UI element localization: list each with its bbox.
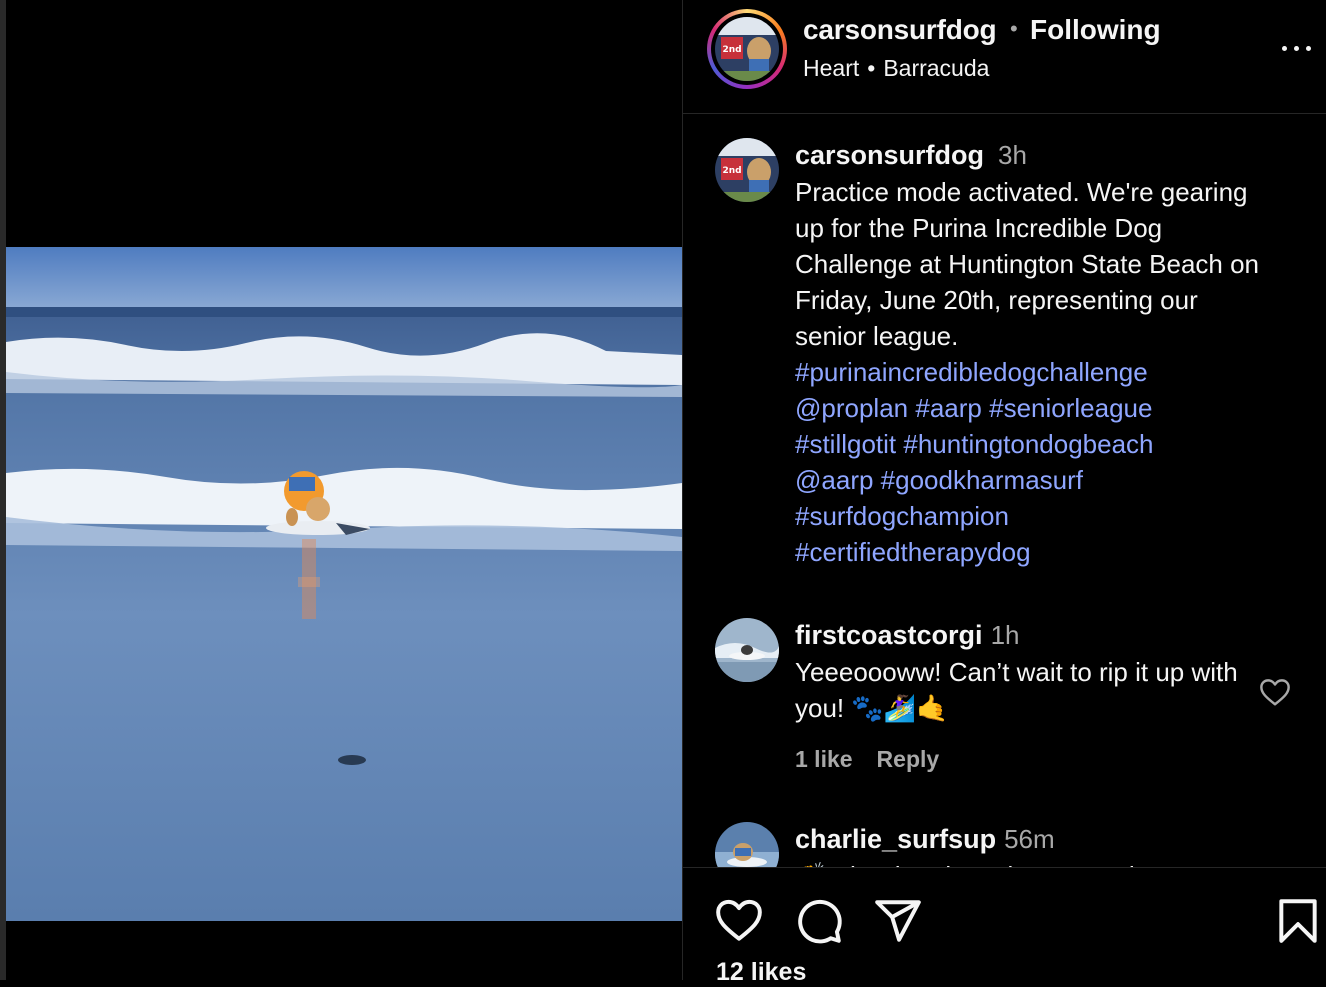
comment-username[interactable]: firstcoastcorgi 1h — [795, 620, 1019, 651]
svg-text:2nd: 2nd — [722, 45, 741, 55]
avatar: 2nd — [715, 17, 779, 81]
audio-song: Heart — [803, 55, 860, 81]
following-button[interactable]: Following — [1030, 14, 1161, 46]
send-paper-plane-icon[interactable] — [873, 896, 923, 946]
comment-likes-count[interactable]: 1 like — [795, 746, 853, 772]
hashtag-link[interactable]: #huntingtondogbeach — [903, 429, 1153, 459]
post-details-panel: 2nd carsonsurfdog • Following Heart • Barr… — [683, 0, 1326, 986]
caption-body: Practice mode activated. We're gearing u… — [795, 177, 1260, 351]
post-author-username[interactable]: carsonsurfdog — [803, 14, 997, 46]
comment-username[interactable]: charlie_surfsup 56m — [795, 824, 1055, 855]
svg-text:2nd: 2nd — [722, 166, 741, 176]
avatar[interactable]: 2nd — [715, 138, 779, 202]
post-likes-count[interactable]: 12 likes — [716, 958, 806, 987]
post-media-pane — [6, 0, 682, 980]
comment-text: Yeeeoooww! Can’t wait to rip it up with … — [795, 657, 1238, 723]
comment-like-heart-icon[interactable] — [1258, 677, 1292, 707]
caption-username[interactable]: carsonsurfdog 3h — [795, 140, 1027, 171]
comment-bubble-icon[interactable] — [794, 896, 844, 946]
mention-link[interactable]: @proplan — [795, 393, 908, 423]
audio-attribution[interactable]: Heart • Barracuda — [803, 55, 989, 82]
comment-meta: 1 like Reply — [795, 746, 963, 773]
caption-text: Practice mode activated. We're gearing u… — [795, 174, 1275, 570]
hashtag-link[interactable]: #seniorleague — [989, 393, 1152, 423]
hashtag-link[interactable]: #surfdogchampion — [795, 501, 1009, 531]
hashtag-link[interactable]: #certifiedtherapydog — [795, 537, 1031, 567]
comments-list[interactable]: 2nd carsonsurfdog 3h Practice mode activa… — [683, 114, 1326, 867]
dot-separator: • — [1010, 16, 1018, 41]
post-header: 2nd carsonsurfdog • Following Heart • Barr… — [683, 0, 1326, 114]
comment-timestamp: 56m — [1004, 824, 1055, 854]
audio-artist: Barracuda — [883, 55, 990, 81]
comment-text: 👏 The deer is !!!! let you and — [795, 858, 1240, 867]
reply-button[interactable]: Reply — [877, 746, 940, 772]
hashtag-link[interactable]: #goodkharmasurf — [881, 465, 1083, 495]
hashtag-link[interactable]: #stillgotit — [795, 429, 896, 459]
bookmark-icon[interactable] — [1273, 896, 1323, 946]
comment-timestamp: 1h — [990, 620, 1020, 650]
mention-link[interactable]: @aarp — [795, 465, 873, 495]
dot-separator: • — [867, 55, 876, 81]
more-horizontal-icon[interactable] — [1280, 38, 1316, 58]
hashtag-link[interactable]: #purinaincredibledogchallenge — [795, 357, 1148, 387]
hashtag-link[interactable]: #aarp — [915, 393, 982, 423]
avatar[interactable] — [715, 618, 779, 682]
avatar[interactable] — [715, 822, 779, 867]
post-photo[interactable] — [6, 247, 682, 921]
story-ring-avatar[interactable]: 2nd — [707, 9, 787, 89]
caption-timestamp: 3h — [998, 140, 1027, 170]
heart-icon[interactable] — [714, 896, 764, 946]
